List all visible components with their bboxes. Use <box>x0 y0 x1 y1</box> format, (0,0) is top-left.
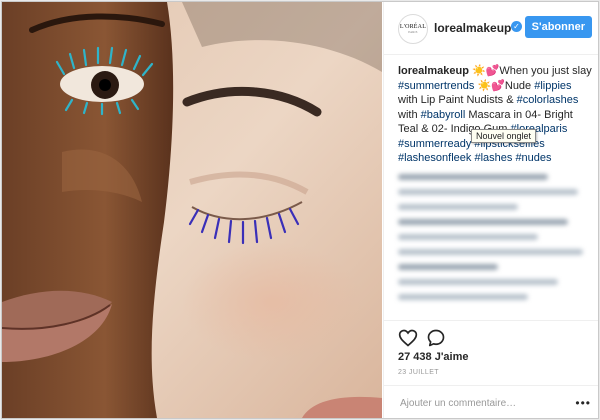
photo-illustration <box>2 2 382 418</box>
hashtag-link[interactable]: #babyroll <box>421 109 466 121</box>
avatar[interactable]: L'ORÉAL PARIS <box>398 14 428 44</box>
comment-bar: ••• <box>384 385 598 418</box>
more-options-icon[interactable]: ••• <box>575 396 591 410</box>
hashtag-link[interactable]: #nudes <box>515 152 551 164</box>
hashtag-link[interactable]: #lippies <box>534 80 571 92</box>
post-sidebar: L'ORÉAL PARIS lorealmakeup ✓ S'abonner l… <box>383 2 598 418</box>
caption-text-segment: ☀️💕Nude <box>474 79 535 92</box>
tooltip: Nouvel onglet <box>471 129 537 143</box>
caption-text-segment: with Lip Paint Nudists & <box>398 94 517 106</box>
likes-count[interactable]: 27 438 J'aime <box>398 351 469 363</box>
heart-icon[interactable] <box>398 328 418 348</box>
caption-text-segment: with <box>398 108 421 121</box>
post-date: 23 JUILLET <box>398 369 439 376</box>
blurred-comments <box>398 174 584 314</box>
hashtag-link[interactable]: #lashes <box>474 152 512 164</box>
follow-button[interactable]: S'abonner <box>524 16 592 38</box>
caption-text-segment: ☀️💕When you just slay <box>468 65 592 77</box>
caption-author-link[interactable]: lorealmakeup <box>398 65 469 77</box>
hashtag-link[interactable]: #lashesonfleek <box>398 152 471 164</box>
comment-input[interactable] <box>398 394 572 412</box>
verified-check-icon: ✓ <box>511 21 522 32</box>
username-link[interactable]: lorealmakeup <box>434 21 511 35</box>
caption-text: ☀️💕When you just slay #summertrends ☀️💕N… <box>398 65 592 164</box>
hashtag-link[interactable]: #summertrends <box>398 80 474 92</box>
post-actions <box>384 320 598 351</box>
post-header: L'ORÉAL PARIS lorealmakeup ✓ S'abonner <box>384 2 598 55</box>
post-photo[interactable] <box>2 2 382 418</box>
comment-icon[interactable] <box>426 328 446 348</box>
hashtag-link[interactable]: #summerready <box>398 138 471 150</box>
post-caption: lorealmakeup ☀️💕When you just slay #summ… <box>398 64 594 166</box>
instagram-post-window: L'ORÉAL PARIS lorealmakeup ✓ S'abonner l… <box>1 1 599 419</box>
avatar-logo-subtext: PARIS <box>408 30 418 34</box>
hashtag-link[interactable]: #colorlashes <box>517 94 579 106</box>
